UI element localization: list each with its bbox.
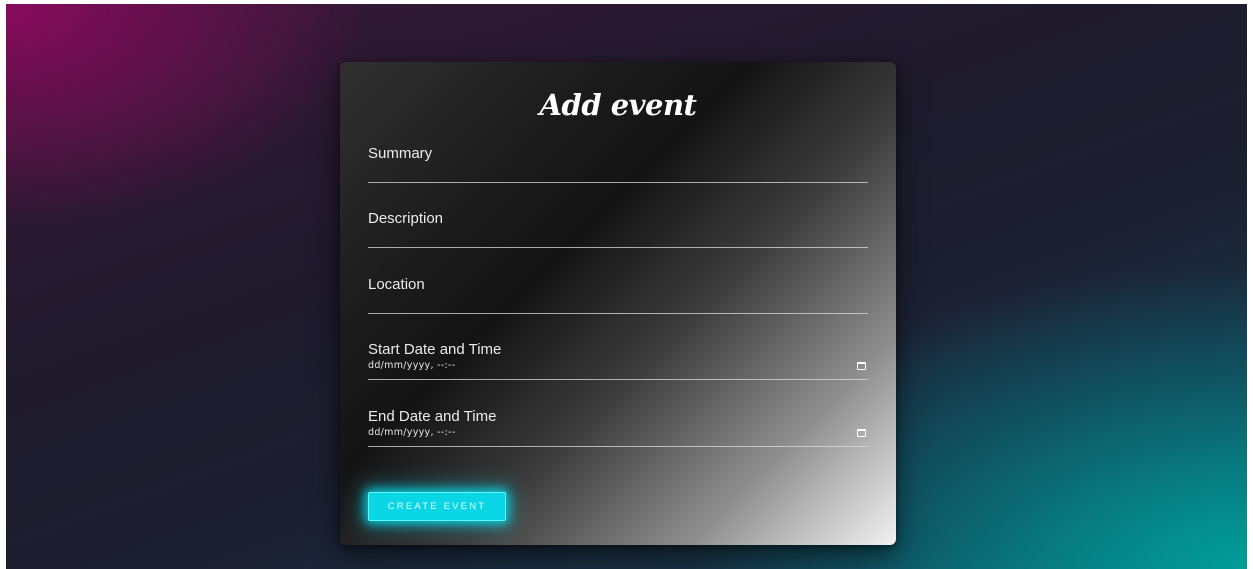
add-event-card: Add event Summary Description Location S… [340,62,896,545]
end-datetime-label: End Date and Time [368,408,497,425]
end-datetime-placeholder: dd/mm/yyyy, --:-- [368,427,456,438]
start-datetime-placeholder: dd/mm/yyyy, --:-- [368,360,456,371]
location-field[interactable]: Location [368,253,868,314]
end-datetime-field[interactable]: End Date and Time dd/mm/yyyy, --:-- [368,386,868,447]
calendar-icon[interactable] [857,429,866,437]
create-event-button[interactable]: CREATE EVENT [368,492,506,521]
summary-field[interactable]: Summary [368,122,868,183]
description-label: Description [368,210,444,227]
summary-label: Summary [368,145,433,162]
calendar-icon[interactable] [857,362,866,370]
page-background: Add event Summary Description Location S… [6,4,1247,569]
description-field[interactable]: Description [368,187,868,248]
location-label: Location [368,276,425,293]
start-datetime-field[interactable]: Start Date and Time dd/mm/yyyy, --:-- [368,319,868,380]
form-title: Add event [539,88,697,122]
start-datetime-label: Start Date and Time [368,341,502,358]
